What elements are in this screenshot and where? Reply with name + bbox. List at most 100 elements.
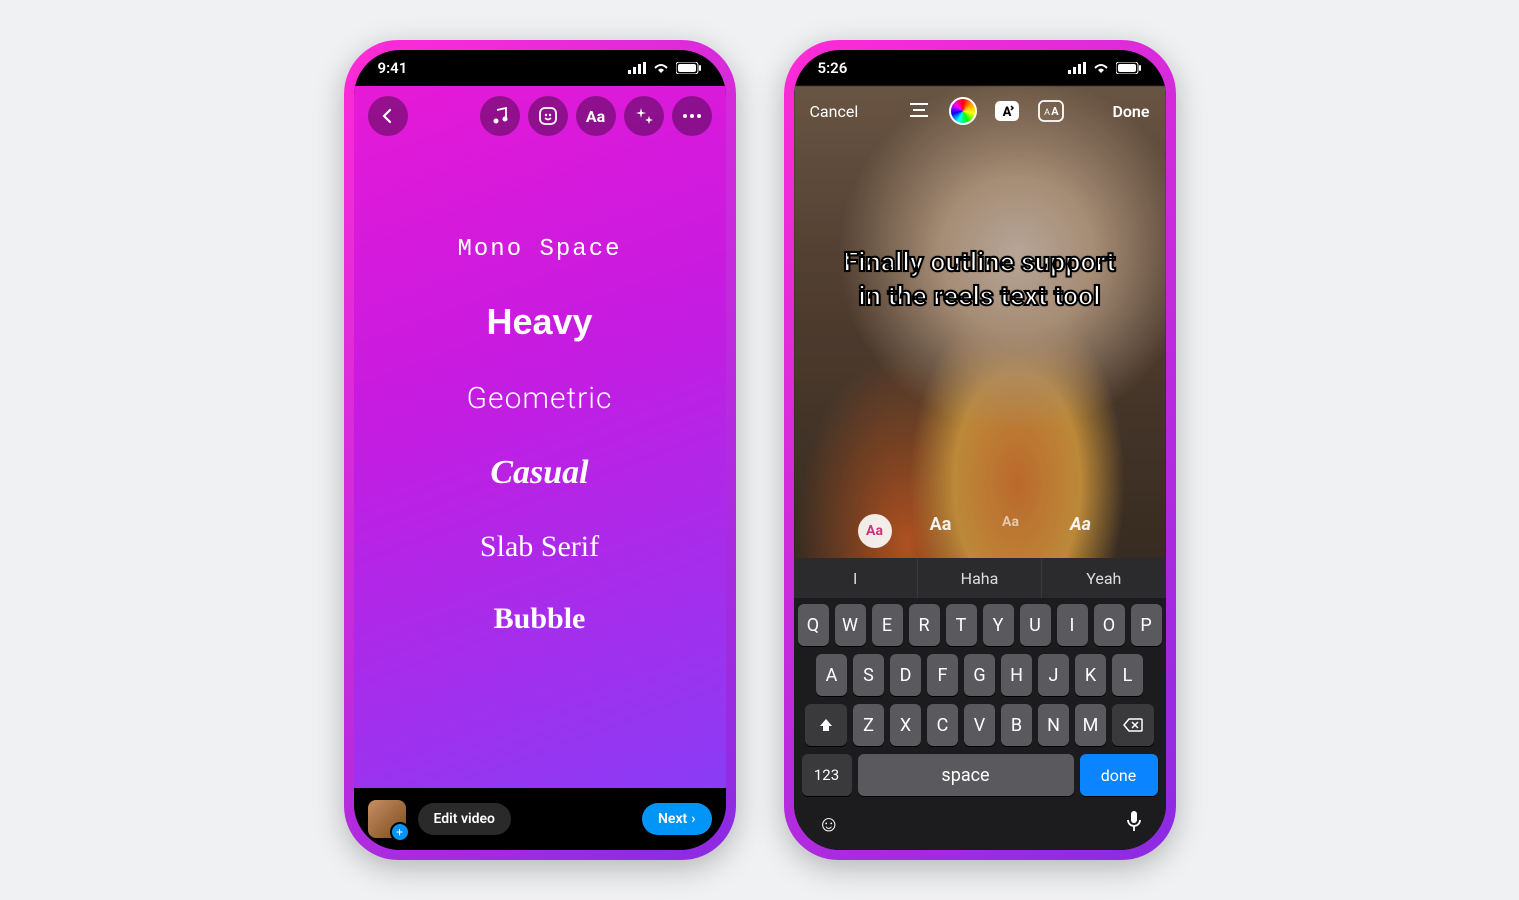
key-e[interactable]: E (872, 604, 903, 646)
caption-line-2: in the reels text tool (843, 280, 1115, 314)
wifi-icon (652, 62, 670, 74)
key-k[interactable]: K (1075, 654, 1106, 696)
key-f[interactable]: F (927, 654, 958, 696)
font-option-bubble[interactable]: Bubble (494, 602, 586, 636)
sticker-button[interactable] (528, 96, 568, 136)
key-b[interactable]: B (1001, 704, 1032, 746)
key-x[interactable]: X (890, 704, 921, 746)
key-g[interactable]: G (964, 654, 995, 696)
text-style-button[interactable]: A (992, 96, 1022, 126)
more-button[interactable] (672, 96, 712, 136)
effects-button[interactable] (624, 96, 664, 136)
font-option-slab[interactable]: Slab Serif (480, 530, 599, 564)
key-done[interactable]: done (1080, 754, 1158, 796)
chevron-right-icon: › (691, 811, 695, 827)
status-bar: 9:41 (354, 50, 726, 86)
back-button[interactable] (368, 96, 408, 136)
key-shift[interactable] (805, 704, 847, 746)
cellular-icon (628, 62, 646, 74)
suggestion-item[interactable]: I (794, 558, 918, 598)
phone-right: 5:26 Cancel (784, 40, 1176, 860)
key-l[interactable]: L (1112, 654, 1143, 696)
key-u[interactable]: U (1020, 604, 1051, 646)
key-a[interactable]: A (816, 654, 847, 696)
caption-text[interactable]: Finally outline support in the reels tex… (843, 246, 1115, 314)
font-option-geometric[interactable]: Geometric (467, 381, 613, 416)
key-t[interactable]: T (946, 604, 977, 646)
editor-toolbar: Aa (354, 86, 726, 146)
status-indicators (1068, 62, 1142, 74)
bottom-bar: Edit video Next› (354, 788, 726, 850)
battery-icon (676, 62, 702, 74)
battery-icon (1116, 62, 1142, 74)
color-button[interactable] (948, 96, 978, 126)
keyboard-row-1: Q W E R T Y U I O P (798, 604, 1162, 646)
key-c[interactable]: C (927, 704, 958, 746)
key-numbers[interactable]: 123 (802, 754, 852, 796)
cellular-icon (1068, 62, 1086, 74)
font-style-option[interactable]: Aa (920, 514, 962, 548)
status-time: 9:41 (378, 59, 408, 77)
svg-text:A: A (1003, 105, 1012, 120)
edit-video-button[interactable]: Edit video (418, 803, 511, 835)
keyboard: Q W E R T Y U I O P A S D (794, 598, 1166, 850)
text-button[interactable]: Aa (576, 96, 616, 136)
key-s[interactable]: S (853, 654, 884, 696)
phone-right-screen: 5:26 Cancel (794, 50, 1166, 850)
key-j[interactable]: J (1038, 654, 1069, 696)
suggestion-item[interactable]: Haha (918, 558, 1042, 598)
font-option-heavy[interactable]: Heavy (486, 301, 592, 343)
color-wheel-icon (949, 97, 977, 125)
done-button[interactable]: Done (1112, 102, 1149, 121)
font-style-option[interactable]: Aa (1060, 514, 1102, 548)
media-thumbnail[interactable] (368, 800, 406, 838)
key-w[interactable]: W (835, 604, 866, 646)
status-indicators (628, 62, 702, 74)
keyboard-row-2: A S D F G H J K L (798, 654, 1162, 696)
backspace-icon (1123, 718, 1143, 732)
key-m[interactable]: M (1075, 704, 1106, 746)
emoji-button[interactable]: ☺ (818, 811, 840, 837)
key-y[interactable]: Y (983, 604, 1014, 646)
next-button[interactable]: Next› (642, 803, 711, 835)
microphone-icon (1126, 810, 1142, 832)
svg-text:A: A (1052, 105, 1060, 118)
key-v[interactable]: V (964, 704, 995, 746)
key-space[interactable]: space (858, 754, 1074, 796)
phone-left-screen: 9:41 (354, 50, 726, 850)
phone-left: 9:41 (344, 40, 736, 860)
key-backspace[interactable] (1112, 704, 1154, 746)
align-center-icon (908, 102, 930, 120)
music-button[interactable] (480, 96, 520, 136)
sticker-icon (538, 106, 558, 126)
cancel-button[interactable]: Cancel (810, 102, 859, 121)
key-h[interactable]: H (1001, 654, 1032, 696)
text-editor-canvas: Cancel A AA (794, 86, 1166, 850)
keyboard-row-4: 123 space done (798, 754, 1162, 796)
font-option-mono[interactable]: Mono Space (457, 236, 621, 263)
dictation-button[interactable] (1126, 810, 1142, 838)
status-bar: 5:26 (794, 50, 1166, 86)
key-q[interactable]: Q (798, 604, 829, 646)
svg-text:A: A (1044, 108, 1050, 118)
key-p[interactable]: P (1131, 604, 1162, 646)
key-o[interactable]: O (1094, 604, 1125, 646)
text-edit-toolbar: Cancel A AA (794, 86, 1166, 136)
key-n[interactable]: N (1038, 704, 1069, 746)
key-r[interactable]: R (909, 604, 940, 646)
font-list: Mono Space Heavy Geometric Casual Slab S… (354, 146, 726, 788)
font-style-option[interactable]: Aa (990, 514, 1032, 548)
font-style-selected[interactable]: Aa (858, 514, 892, 548)
key-z[interactable]: Z (853, 704, 884, 746)
suggestion-item[interactable]: Yeah (1042, 558, 1165, 598)
sparkle-icon (634, 106, 654, 126)
align-button[interactable] (904, 96, 934, 126)
caption-line-1: Finally outline support (843, 246, 1115, 280)
phone-pair: 9:41 (344, 40, 1176, 860)
animation-icon: AA (1038, 100, 1064, 122)
key-i[interactable]: I (1057, 604, 1088, 646)
font-option-casual[interactable]: Casual (490, 454, 588, 492)
animation-button[interactable]: AA (1036, 96, 1066, 126)
key-d[interactable]: D (890, 654, 921, 696)
story-editor-canvas: Aa Mono Space Heavy Geometric Casual Sla… (354, 86, 726, 788)
